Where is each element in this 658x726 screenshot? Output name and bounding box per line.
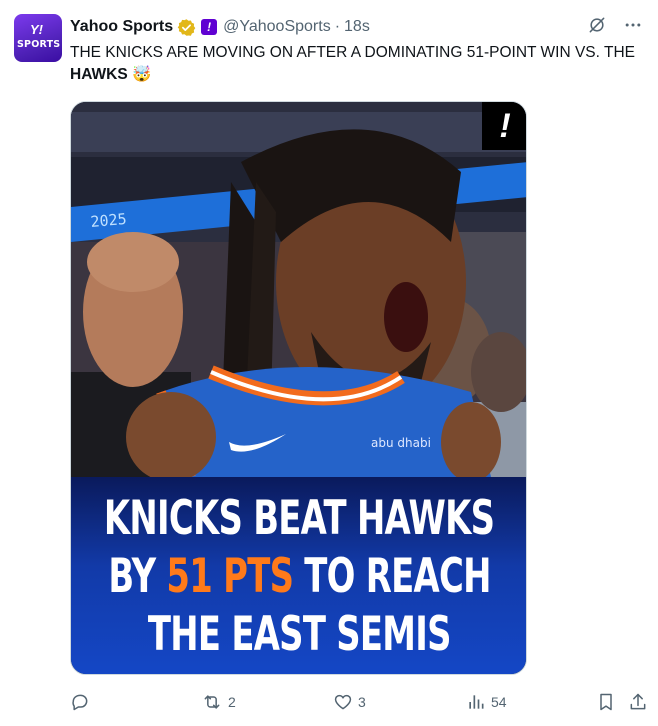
brand-bang-label: ! (499, 106, 511, 145)
avatar[interactable]: Y! SPORTS (14, 14, 62, 62)
reply-button[interactable] (70, 690, 95, 714)
views-button[interactable]: 54 (466, 690, 507, 714)
views-icon (466, 692, 486, 712)
handle[interactable]: @YahooSports (223, 18, 331, 36)
views-count: 54 (491, 694, 507, 710)
tweet-text: THE KNICKS ARE MOVING ON AFTER A DOMINAT… (70, 42, 640, 86)
timestamp[interactable]: 18s (344, 18, 370, 36)
brand-bang-icon: ! (482, 102, 526, 150)
action-bar: 2 3 54 (70, 690, 650, 714)
like-count: 3 (358, 694, 366, 710)
headline-line-2-post: TO REACH (293, 548, 491, 604)
headline-banner: KNICKS BEAT HAWKS BY 51 PTS TO REACH THE… (71, 477, 526, 674)
affiliate-badge-icon[interactable]: ! (201, 19, 218, 35)
like-button[interactable]: 3 (333, 690, 366, 714)
tweet-header: Yahoo Sports ! @YahooSports · 18s (70, 16, 370, 38)
headline-line-1: KNICKS BEAT HAWKS (104, 490, 495, 546)
headline-line-3: THE EAST SEMIS (148, 606, 452, 662)
tweet-text-prefix: THE KNICKS ARE MOVING ON AFTER A DOMINAT… (70, 44, 635, 61)
heart-icon (333, 692, 353, 712)
tweet[interactable]: Y! SPORTS Yahoo Sports ! @YahooSports · … (0, 0, 658, 726)
top-actions (586, 14, 644, 36)
bookmark-button[interactable] (596, 690, 616, 714)
tweet-media[interactable]: 2025 abu dhabi ! KNICKS BEAT HAWKS BY 51… (70, 101, 527, 675)
verified-badge-icon[interactable] (177, 18, 196, 37)
share-button[interactable] (628, 690, 648, 714)
avatar-logo-text: SPORTS (17, 39, 61, 50)
separator: · (334, 18, 341, 35)
reply-icon (70, 692, 90, 712)
headline-line-2-pre: BY (108, 548, 167, 604)
grok-icon[interactable] (586, 14, 608, 36)
more-icon[interactable] (622, 14, 644, 36)
scoreboard-text: 2025 (90, 210, 128, 231)
retweet-icon (201, 692, 223, 712)
headline-line-2: BY 51 PTS TO REACH (108, 548, 491, 606)
player-photo: 2025 abu dhabi ! (71, 102, 526, 477)
retweet-button[interactable]: 2 (201, 690, 236, 714)
tweet-text-bold: HAWKS (70, 66, 128, 83)
share-icon (628, 692, 648, 712)
mind-blown-emoji: 🤯 (132, 66, 152, 83)
display-name[interactable]: Yahoo Sports (70, 18, 173, 36)
yahoo-logo-icon: Y! (30, 22, 43, 37)
retweet-count: 2 (228, 694, 236, 710)
bookmark-icon (596, 692, 616, 712)
headline-highlight: 51 PTS (166, 548, 294, 604)
jersey-sponsor-text: abu dhabi (371, 436, 431, 450)
